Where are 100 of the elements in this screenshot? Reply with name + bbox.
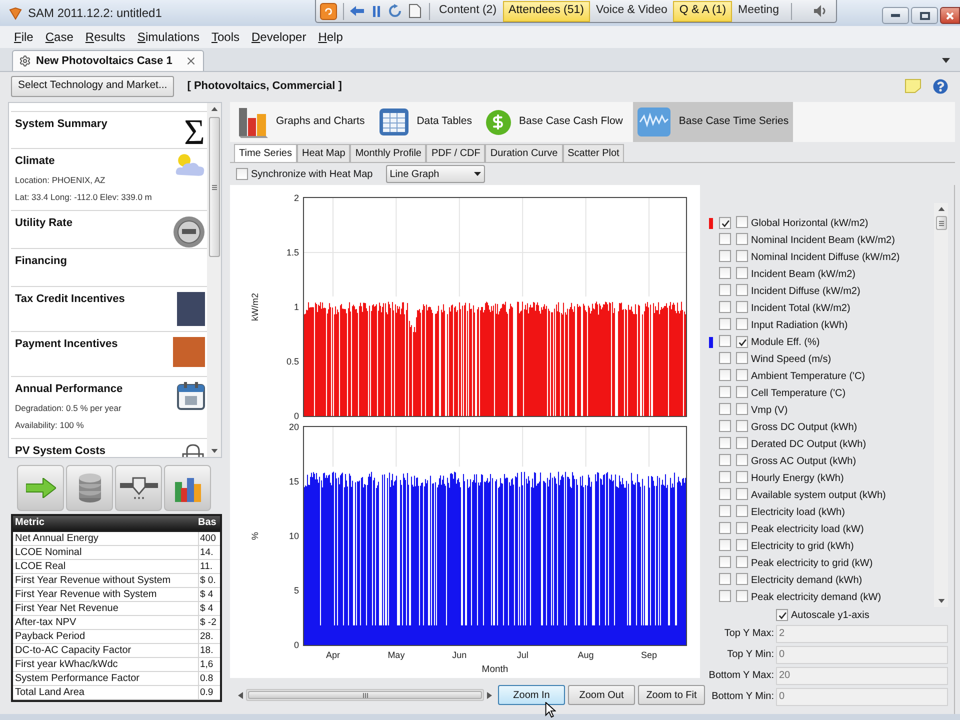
scroll-thumb[interactable] <box>208 117 220 257</box>
menu-item[interactable]: Help <box>312 28 349 46</box>
scroll-thumb[interactable] <box>936 216 946 230</box>
top-plot-checkbox[interactable] <box>719 488 731 500</box>
top-plot-checkbox[interactable] <box>719 522 731 534</box>
bottom-plot-checkbox[interactable] <box>736 504 748 516</box>
menu-item[interactable]: Case <box>39 28 80 46</box>
top-plot-checkbox[interactable] <box>719 538 731 550</box>
chart-tab[interactable]: Monthly Profile <box>350 144 426 162</box>
zoom-button[interactable]: Zoom to Fit <box>638 685 705 705</box>
bottom-plot-checkbox[interactable] <box>736 284 748 296</box>
top-plot-checkbox[interactable] <box>719 250 731 262</box>
bottom-plot-checkbox[interactable] <box>736 402 748 414</box>
view-button[interactable]: Base Case Cash Flow <box>482 102 627 142</box>
vertical-scrollbar[interactable] <box>207 103 221 457</box>
chart-tab[interactable]: Scatter Plot <box>562 144 624 162</box>
bottom-plot-checkbox[interactable] <box>736 454 748 466</box>
view-button[interactable]: Data Tables <box>374 102 476 142</box>
sticky-note-icon[interactable] <box>905 79 921 93</box>
top-plot-checkbox[interactable] <box>719 300 731 312</box>
swirl-tile-icon[interactable] <box>320 2 337 20</box>
scroll-left-icon[interactable] <box>238 692 243 698</box>
menu-item[interactable]: Simulations <box>131 28 206 46</box>
bottom-plot-checkbox[interactable] <box>736 436 748 448</box>
meeting-button[interactable]: Voice & Video <box>590 0 674 22</box>
top-plot-checkbox[interactable] <box>719 217 731 229</box>
maximize-button[interactable] <box>911 7 938 24</box>
help-icon[interactable] <box>933 78 948 94</box>
database-button[interactable] <box>66 465 113 511</box>
graph-type-select[interactable]: Line Graph <box>386 165 485 183</box>
chart-tab[interactable]: Duration Curve <box>485 144 563 162</box>
top-plot-checkbox[interactable] <box>719 470 731 482</box>
menu-item[interactable]: Results <box>79 28 132 46</box>
bottom-plot-checkbox[interactable] <box>736 522 748 534</box>
checkbox[interactable] <box>236 168 248 180</box>
bottom-plot-checkbox[interactable] <box>736 368 748 380</box>
top-plot-checkbox[interactable] <box>719 352 731 364</box>
meeting-button[interactable]: Q & A (1) <box>673 0 732 22</box>
chart-button[interactable] <box>164 465 211 511</box>
zoom-button[interactable]: Zoom Out <box>568 685 635 705</box>
minimize-button[interactable] <box>882 7 909 24</box>
arrow-button[interactable] <box>17 465 64 511</box>
bottom-plot-checkbox[interactable] <box>736 300 748 312</box>
meeting-button[interactable]: Meeting <box>732 0 785 22</box>
bottom-plot-checkbox[interactable] <box>736 352 748 364</box>
close-button[interactable] <box>940 7 960 24</box>
bottom-plot-checkbox[interactable] <box>736 216 748 228</box>
top-plot-checkbox[interactable] <box>719 284 731 296</box>
bottom-plot-checkbox[interactable] <box>736 250 748 262</box>
top-plot-checkbox[interactable] <box>719 556 731 568</box>
caret-down-icon[interactable] <box>942 58 950 63</box>
menu-item[interactable]: File <box>8 28 40 46</box>
meeting-button[interactable]: Content (2) <box>433 0 503 22</box>
scroll-down-icon[interactable] <box>210 449 218 453</box>
select-technology-button[interactable]: Select Technology and Market... <box>11 76 174 96</box>
close-icon[interactable] <box>185 55 198 67</box>
top-plot-checkbox[interactable] <box>719 402 731 414</box>
sidebar-item[interactable]: Utility Rate <box>11 210 207 248</box>
sidebar-item[interactable]: PV System Costs <box>11 438 207 457</box>
bottom-plot-checkbox[interactable] <box>736 336 748 348</box>
bottom-plot-checkbox[interactable] <box>736 538 748 550</box>
valve-button[interactable] <box>115 465 162 511</box>
bottom-plot-checkbox[interactable] <box>736 488 748 500</box>
checkbox[interactable] <box>776 609 788 621</box>
top-plot-checkbox[interactable] <box>719 368 731 380</box>
top-plot-checkbox[interactable] <box>719 504 731 516</box>
menu-item[interactable]: Developer <box>245 28 312 46</box>
chart-tab[interactable]: Heat Map <box>296 144 350 162</box>
bottom-plot-checkbox[interactable] <box>736 420 748 432</box>
bottom-plot-checkbox[interactable] <box>736 386 748 398</box>
top-plot-checkbox[interactable] <box>719 420 731 432</box>
scroll-down-icon[interactable] <box>938 599 944 603</box>
pause-icon[interactable] <box>373 6 380 16</box>
scroll-up-icon[interactable] <box>210 107 218 111</box>
bottom-plot-checkbox[interactable] <box>736 470 748 482</box>
zoom-button[interactable]: Zoom In <box>498 685 565 705</box>
scroll-right-icon[interactable] <box>487 692 492 698</box>
arrow-left-icon[interactable] <box>350 6 364 16</box>
top-plot-checkbox[interactable] <box>719 232 731 244</box>
top-plot-checkbox[interactable] <box>719 334 731 346</box>
bottom-plot-checkbox[interactable] <box>736 232 748 244</box>
view-button[interactable]: Base Case Time Series <box>632 102 793 142</box>
refresh-icon[interactable] <box>388 4 402 18</box>
top-plot-checkbox[interactable] <box>719 436 731 448</box>
view-button[interactable]: Graphs and Charts <box>234 102 369 142</box>
case-tab[interactable]: New Photovoltaics Case 1 <box>12 50 204 71</box>
top-plot-checkbox[interactable] <box>719 572 731 584</box>
chart-tab[interactable]: PDF / CDF <box>426 144 486 162</box>
top-plot-checkbox[interactable] <box>719 454 731 466</box>
top-plot-checkbox[interactable] <box>719 386 731 398</box>
bottom-plot-checkbox[interactable] <box>736 318 748 330</box>
document-icon[interactable] <box>409 4 421 18</box>
menu-item[interactable]: Tools <box>205 28 246 46</box>
top-plot-checkbox[interactable] <box>719 266 731 278</box>
meeting-button[interactable]: Attendees (51) <box>502 0 590 22</box>
top-plot-checkbox[interactable] <box>719 590 731 602</box>
chart-tab[interactable]: Time Series <box>234 144 297 162</box>
bottom-plot-checkbox[interactable] <box>736 266 748 278</box>
bottom-plot-checkbox[interactable] <box>736 556 748 568</box>
bottom-plot-checkbox[interactable] <box>736 572 748 584</box>
